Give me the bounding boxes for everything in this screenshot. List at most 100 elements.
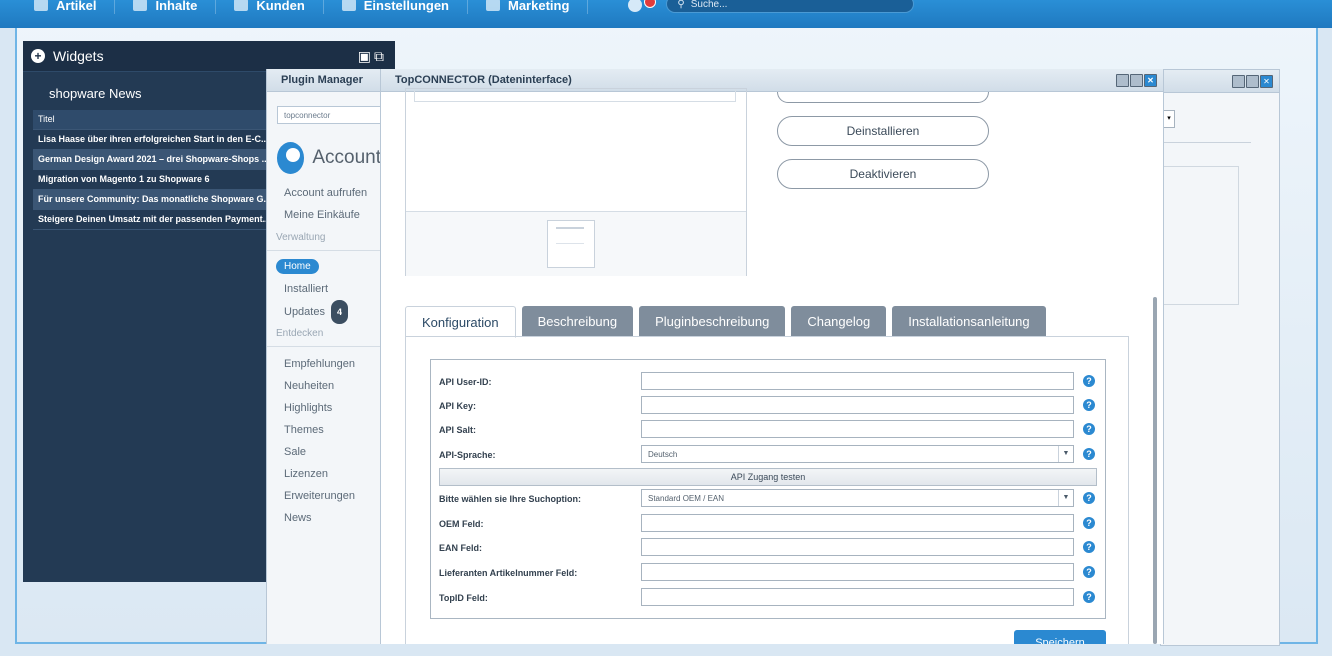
test-api-button[interactable]: API Zugang testen	[439, 468, 1097, 486]
form-row-search-option: Bitte wählen sie Ihre Suchoption: Standa…	[439, 489, 1099, 509]
nav-artikel[interactable]: Artikel	[0, 0, 116, 14]
install-button-partial[interactable]	[777, 92, 989, 103]
chevron-down-icon[interactable]: ▼	[1058, 490, 1073, 506]
news-item[interactable]: Migration von Magento 1 zu Shopware 6	[33, 170, 278, 190]
help-icon[interactable]: ?	[1083, 517, 1095, 529]
deactivate-button[interactable]: Deaktivieren	[777, 159, 989, 189]
users-icon	[234, 0, 249, 11]
widgets-title: Widgets	[53, 48, 104, 64]
tab-changelog[interactable]: Changelog	[791, 306, 887, 336]
tab-beschreibung[interactable]: Beschreibung	[521, 306, 634, 336]
news-item[interactable]: Für unsere Community: Das monatliche Sho…	[33, 190, 278, 210]
ean-field-label: EAN Feld:	[439, 543, 483, 553]
help-icon[interactable]: ?	[1083, 399, 1095, 411]
chevron-down-icon[interactable]: ▼	[1058, 446, 1073, 462]
updates-link[interactable]: Updates 4	[267, 300, 381, 324]
uninstall-button[interactable]: Deinstallieren	[777, 116, 989, 146]
nav-marketing[interactable]: Marketing	[468, 0, 589, 14]
api-user-id-input[interactable]	[641, 372, 1074, 390]
discover-link[interactable]: Sale	[267, 441, 381, 463]
form-row-ean: EAN Feld: ?	[439, 538, 1099, 558]
topconnector-title: TopCONNECTOR (Dateninterface)	[395, 74, 572, 86]
search-input[interactable]: ⚲ Suche...	[666, 0, 915, 13]
widget-tools-icon[interactable]: ▣⧉	[358, 48, 387, 65]
save-button[interactable]: Speichern	[1014, 630, 1106, 644]
form-row-api-language: API-Sprache: Deutsch ▼ ?	[439, 445, 1099, 465]
discover-link[interactable]: Highlights	[267, 397, 381, 419]
configuration-panel: API User-ID: ? API Key: ? API Salt: ? AP…	[405, 336, 1129, 644]
topconnector-window: TopCONNECTOR (Dateninterface) ✕ Deinstal…	[380, 69, 1164, 644]
section-verwaltung: Verwaltung	[267, 226, 391, 251]
form-row-api-user-id: API User-ID: ?	[439, 372, 1099, 392]
search-icon: ⚲	[677, 0, 685, 10]
nav-kunden[interactable]: Kunden	[216, 0, 324, 14]
search-option-value: Standard OEM / EAN	[648, 494, 725, 503]
oem-field-input[interactable]	[641, 514, 1074, 532]
tab-pluginbeschreibung[interactable]: Pluginbeschreibung	[639, 306, 786, 336]
nav-inhalte[interactable]: Inhalte	[115, 0, 217, 14]
tab-konfiguration[interactable]: Konfiguration	[405, 306, 516, 338]
search-placeholder: Suche...	[690, 0, 728, 10]
installed-link[interactable]: Installiert	[267, 278, 381, 300]
ean-field-input[interactable]	[641, 538, 1074, 556]
tab-bar: Konfiguration Beschreibung Pluginbeschre…	[405, 306, 1046, 338]
minimize-icon[interactable]	[1232, 75, 1245, 88]
tab-installationsanleitung[interactable]: Installationsanleitung	[892, 306, 1046, 336]
discover-link[interactable]: Erweiterungen	[267, 485, 381, 507]
window-controls: ✕	[1232, 75, 1273, 88]
help-icon[interactable]	[628, 0, 643, 12]
account-open-link[interactable]: Account aufrufen	[267, 182, 381, 204]
api-user-id-label: API User-ID:	[439, 377, 492, 387]
news-item[interactable]: Lisa Haase über ihren erfolgreichen Star…	[33, 130, 278, 150]
help-icon[interactable]: ?	[1083, 492, 1095, 504]
news-item[interactable]: German Design Award 2021 – drei Shopware…	[33, 150, 278, 170]
nav-einstellungen[interactable]: Einstellungen	[324, 0, 468, 14]
account-name: Account	[312, 147, 381, 168]
window-controls: ✕	[1116, 74, 1157, 87]
scrollbar[interactable]	[1153, 297, 1157, 644]
close-icon[interactable]: ✕	[1260, 75, 1273, 88]
plugin-manager-title: Plugin Manager	[267, 69, 381, 92]
form-row-supplier: Lieferanten Artikelnummer Feld: ?	[439, 563, 1099, 583]
preview-thumbnail[interactable]	[547, 220, 595, 268]
maximize-icon[interactable]	[1246, 75, 1259, 88]
dropdown-arrow-icon[interactable]: ▾	[1163, 110, 1175, 128]
widgets-header: + Widgets ▣⧉	[23, 41, 395, 72]
discover-link[interactable]: News	[267, 507, 381, 529]
form-row-api-salt: API Salt: ?	[439, 420, 1099, 440]
form-row-oem: OEM Feld: ?	[439, 514, 1099, 534]
api-salt-input[interactable]	[641, 420, 1074, 438]
help-icon[interactable]: ?	[1083, 541, 1095, 553]
document-icon	[133, 0, 148, 11]
nav-label: Kunden	[256, 0, 305, 13]
help-icon[interactable]: ?	[1083, 375, 1095, 387]
maximize-icon[interactable]	[1130, 74, 1143, 87]
help-icon[interactable]: ?	[1083, 566, 1095, 578]
help-icon[interactable]: ?	[1083, 423, 1095, 435]
news-item[interactable]: Steigere Deinen Umsatz mit der passenden…	[33, 210, 278, 230]
api-language-select[interactable]: Deutsch ▼	[641, 445, 1074, 463]
nav-label: Einstellungen	[363, 0, 449, 13]
updates-label: Updates	[284, 306, 325, 318]
plugin-search-input[interactable]: topconnector	[277, 106, 387, 124]
api-key-input[interactable]	[641, 396, 1074, 414]
close-icon[interactable]: ✕	[1144, 74, 1157, 87]
help-icon[interactable]: ?	[1083, 448, 1095, 460]
oem-field-label: OEM Feld:	[439, 519, 484, 529]
preview-thumbnails	[406, 211, 746, 276]
supplier-field-input[interactable]	[641, 563, 1074, 581]
discover-link[interactable]: Lizenzen	[267, 463, 381, 485]
minimize-icon[interactable]	[1116, 74, 1129, 87]
notification-icon[interactable]	[644, 0, 657, 8]
topid-field-input[interactable]	[641, 588, 1074, 606]
add-widget-icon[interactable]: +	[31, 49, 45, 63]
discover-link[interactable]: Neuheiten	[267, 375, 381, 397]
discover-link[interactable]: Empfehlungen	[267, 353, 381, 375]
search-option-select[interactable]: Standard OEM / EAN ▼	[641, 489, 1074, 507]
my-purchases-link[interactable]: Meine Einkäufe	[267, 204, 381, 226]
discover-link[interactable]: Themes	[267, 419, 381, 441]
help-icon[interactable]: ?	[1083, 591, 1095, 603]
plugin-manager-window: Plugin Manager topconnector Account Acco…	[266, 69, 391, 644]
news-table: Titel Lisa Haase über ihren erfolgreiche…	[33, 110, 278, 230]
home-button[interactable]: Home	[276, 259, 319, 274]
